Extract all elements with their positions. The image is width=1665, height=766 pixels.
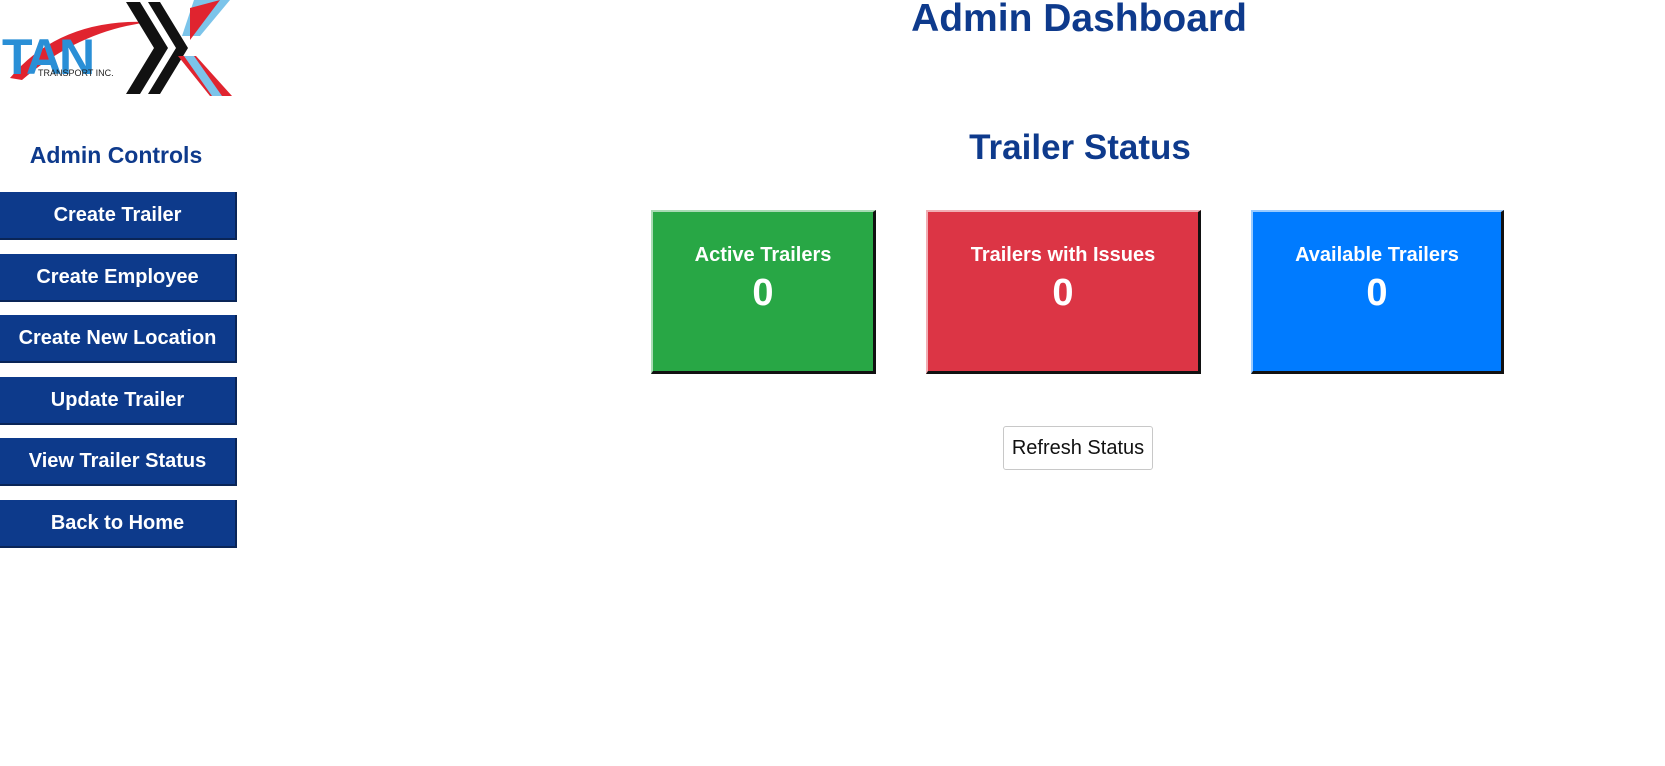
card-label: Active Trailers <box>694 244 832 266</box>
logo-graphic: TAN TRANSPORT INC. <box>2 0 232 96</box>
card-value: 0 <box>1366 272 1388 314</box>
sidebar-title: Admin Controls <box>29 142 203 168</box>
card-label: Trailers with Issues <box>970 244 1156 266</box>
update-trailer-button[interactable]: Update Trailer <box>0 377 237 425</box>
create-trailer-button[interactable]: Create Trailer <box>0 192 237 240</box>
logo-subtext: TRANSPORT INC. <box>38 68 114 78</box>
active-trailers-card: Active Trailers 0 <box>651 210 876 374</box>
card-label: Available Trailers <box>1295 244 1459 266</box>
page-title: Admin Dashboard <box>911 0 1247 40</box>
sidebar: TAN TRANSPORT INC. Admin Controls Create… <box>0 0 240 766</box>
back-to-home-button[interactable]: Back to Home <box>0 500 237 548</box>
refresh-status-button[interactable]: Refresh Status <box>1003 426 1153 470</box>
card-value: 0 <box>1052 272 1074 314</box>
trailers-with-issues-card: Trailers with Issues 0 <box>926 210 1201 374</box>
available-trailers-card: Available Trailers 0 <box>1251 210 1504 374</box>
trailer-status-title: Trailer Status <box>969 128 1191 167</box>
page: TAN TRANSPORT INC. Admin Controls Create… <box>0 0 1665 766</box>
company-logo: TAN TRANSPORT INC. <box>0 0 232 96</box>
create-new-location-button[interactable]: Create New Location <box>0 315 237 363</box>
create-employee-button[interactable]: Create Employee <box>0 254 237 302</box>
card-value: 0 <box>752 272 774 314</box>
view-trailer-status-button[interactable]: View Trailer Status <box>0 438 237 486</box>
